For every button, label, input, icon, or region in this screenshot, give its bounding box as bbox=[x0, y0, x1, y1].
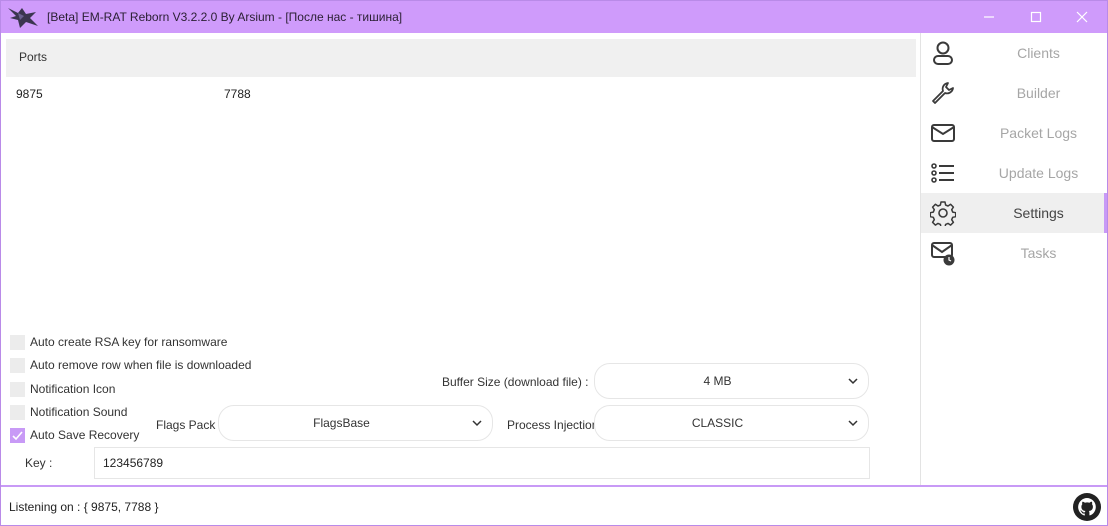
sidebar-item-builder[interactable]: Builder bbox=[921, 73, 1107, 113]
ports-header-label: Ports bbox=[19, 50, 48, 64]
minimize-icon bbox=[984, 16, 994, 18]
user-icon bbox=[933, 41, 953, 65]
gear-icon bbox=[930, 201, 956, 226]
title-bar[interactable]: [Beta] EM-RAT Reborn V3.2.2.0 By Arsium … bbox=[1, 1, 1107, 33]
process-injection-value: CLASSIC bbox=[691, 416, 744, 430]
scheduled-mail-icon bbox=[931, 242, 955, 266]
auto-remove-checkbox[interactable]: Auto remove row when file is downloaded bbox=[10, 356, 251, 374]
app-window: [Beta] EM-RAT Reborn V3.2.2.0 By Arsium … bbox=[0, 0, 1108, 526]
flags-pack-label: Flags Pack : bbox=[156, 418, 223, 432]
minimize-button[interactable] bbox=[966, 1, 1012, 33]
github-icon bbox=[1078, 498, 1096, 516]
sidebar-item-label: Settings bbox=[1013, 205, 1064, 221]
auto-remove-label: Auto remove row when file is downloaded bbox=[30, 358, 252, 372]
github-button[interactable] bbox=[1073, 493, 1101, 521]
maximize-icon bbox=[1030, 11, 1042, 23]
auto-save-recovery-checkbox[interactable]: Auto Save Recovery bbox=[10, 426, 139, 444]
checkbox-box[interactable] bbox=[10, 404, 25, 420]
buffer-size-value: 4 MB bbox=[703, 374, 732, 388]
envelope-icon bbox=[931, 124, 955, 142]
notification-sound-checkbox[interactable]: Notification Sound bbox=[10, 403, 127, 421]
auto-save-recovery-label: Auto Save Recovery bbox=[30, 428, 140, 442]
auto-rsa-label: Auto create RSA key for ransomware bbox=[30, 335, 228, 349]
checkbox-box[interactable] bbox=[10, 427, 25, 443]
flags-pack-value: FlagsBase bbox=[313, 416, 370, 430]
checkmark-icon bbox=[12, 430, 23, 440]
buffer-size-select[interactable]: 4 MB bbox=[594, 363, 869, 399]
sidebar-item-packet-logs[interactable]: Packet Logs bbox=[921, 113, 1107, 153]
sidebar-item-label: Update Logs bbox=[998, 165, 1079, 181]
window-title: [Beta] EM-RAT Reborn V3.2.2.0 By Arsium … bbox=[47, 10, 403, 24]
wrench-icon bbox=[932, 82, 954, 104]
chevron-down-icon bbox=[848, 420, 858, 427]
sidebar-nav: Clients Builder Packet Logs Update Logs … bbox=[920, 33, 1107, 485]
chevron-down-icon bbox=[472, 420, 482, 427]
key-input[interactable]: 123456789 bbox=[94, 447, 870, 479]
list-icon bbox=[931, 163, 954, 183]
notification-icon-label: Notification Icon bbox=[30, 382, 116, 396]
sidebar-item-settings[interactable]: Settings bbox=[921, 193, 1107, 233]
maximize-button[interactable] bbox=[1013, 1, 1059, 33]
checkbox-box[interactable] bbox=[10, 381, 25, 397]
notification-icon-checkbox[interactable]: Notification Icon bbox=[10, 380, 115, 398]
status-bar: Listening on : { 9875, 7788 } bbox=[1, 485, 1107, 525]
sidebar-item-clients[interactable]: Clients bbox=[921, 33, 1107, 73]
process-injection-label: Process Injection bbox=[507, 418, 599, 432]
chevron-down-icon bbox=[848, 378, 858, 385]
notification-sound-label: Notification Sound bbox=[30, 405, 128, 419]
close-button[interactable] bbox=[1059, 1, 1105, 33]
checkbox-box[interactable] bbox=[10, 357, 25, 373]
checkbox-box[interactable] bbox=[10, 334, 25, 350]
auto-rsa-checkbox[interactable]: Auto create RSA key for ransomware bbox=[10, 333, 227, 351]
sidebar-item-label: Tasks bbox=[1020, 245, 1057, 261]
ports-list-header: Ports bbox=[6, 39, 916, 77]
port-item[interactable]: 7788 bbox=[224, 87, 251, 101]
process-injection-select[interactable]: CLASSIC bbox=[594, 405, 869, 441]
sidebar-item-label: Clients bbox=[1017, 45, 1060, 61]
sidebar-item-label: Builder bbox=[1016, 85, 1061, 101]
key-label: Key : bbox=[25, 456, 53, 470]
buffer-size-label: Buffer Size (download file) : bbox=[442, 375, 589, 389]
key-value: 123456789 bbox=[103, 456, 164, 470]
status-text: Listening on : { 9875, 7788 } bbox=[9, 500, 159, 514]
raven-logo-icon bbox=[8, 8, 38, 28]
port-item[interactable]: 9875 bbox=[16, 87, 43, 101]
flags-pack-select[interactable]: FlagsBase bbox=[218, 405, 493, 441]
sidebar-item-tasks[interactable]: Tasks bbox=[921, 233, 1107, 273]
close-icon bbox=[1076, 11, 1088, 23]
sidebar-item-update-logs[interactable]: Update Logs bbox=[921, 153, 1107, 193]
sidebar-item-label: Packet Logs bbox=[999, 125, 1078, 141]
settings-panel: Ports 9875 7788 Auto create RSA key for … bbox=[1, 33, 918, 485]
